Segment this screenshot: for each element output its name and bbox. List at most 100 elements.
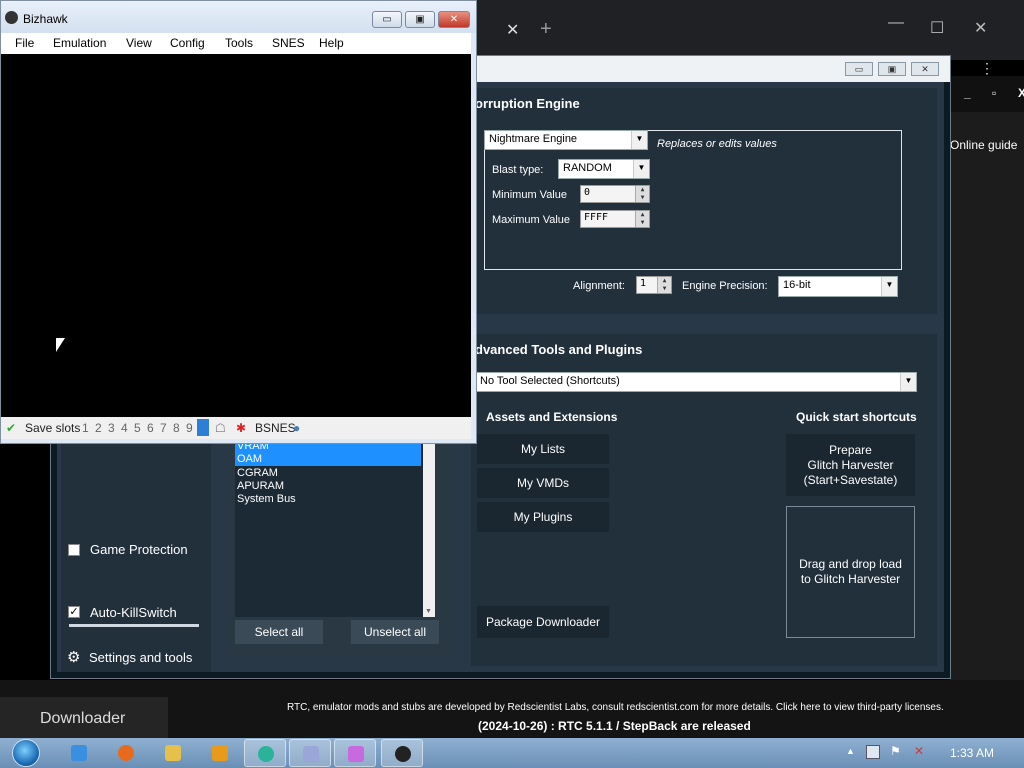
settings-tools-button[interactable]: Settings and tools	[89, 650, 192, 665]
list-scrollbar[interactable]: ▼	[423, 442, 435, 617]
menu-view[interactable]: View	[126, 36, 152, 50]
chevron-down-icon: ▼	[881, 277, 897, 296]
downloader-tab[interactable]: Downloader	[0, 697, 168, 738]
my-vmds-button[interactable]: My VMDs	[477, 468, 609, 498]
save-slot[interactable]: 9	[186, 421, 193, 435]
chevron-down-icon: ▼	[900, 373, 916, 391]
package-downloader-button[interactable]: Package Downloader	[477, 606, 609, 638]
memory-domains-panel: VRAM OAM CGRAM APURAM System Bus ▼ Selec…	[227, 440, 449, 656]
list-item[interactable]: APURAM	[237, 480, 284, 492]
menu-emulation[interactable]: Emulation	[53, 36, 106, 50]
browser-menu-icon[interactable]: ⋮	[980, 60, 994, 77]
start-button[interactable]	[8, 739, 44, 768]
list-item[interactable]: CGRAM	[237, 467, 278, 479]
rtc-maximize-button[interactable]: ▣	[878, 62, 906, 76]
chevron-down-icon: ▼	[633, 160, 649, 178]
game-protection-checkbox[interactable]	[68, 544, 80, 556]
blast-type-select[interactable]: RANDOM ▼	[558, 159, 650, 179]
browser-maximize-button[interactable]: ☐	[930, 18, 944, 38]
browser-close-button[interactable]: ✕	[974, 18, 987, 38]
taskbar-firefox-icon[interactable]	[105, 739, 147, 767]
select-all-button[interactable]: Select all	[235, 620, 323, 644]
precision-select[interactable]: 16-bit ▼	[778, 276, 898, 297]
close-button[interactable]: ✕	[438, 11, 470, 28]
menu-file[interactable]: File	[15, 36, 34, 50]
user-icon[interactable]: ●	[293, 421, 300, 435]
folder-icon	[165, 745, 181, 761]
helper-maximize-button[interactable]: ▫	[992, 86, 996, 100]
save-slot-active[interactable]	[197, 419, 209, 436]
taskbar-rtc-icon[interactable]	[334, 739, 376, 767]
browser-minimize-button[interactable]: —	[888, 14, 904, 32]
auto-killswitch-checkbox[interactable]: ✓	[68, 606, 80, 618]
menu-config[interactable]: Config	[170, 36, 205, 50]
bizhawk-icon	[395, 746, 411, 762]
volume-muted-icon[interactable]: ✕	[914, 744, 924, 758]
bizhawk-titlebar: Bizhawk ▭ ▣ ✕	[1, 1, 476, 33]
memory-domains-list[interactable]: VRAM OAM CGRAM APURAM System Bus ▼	[235, 440, 435, 617]
taskbar-emulator-icon[interactable]	[289, 739, 331, 767]
my-lists-button[interactable]: My Lists	[477, 434, 609, 464]
save-slot[interactable]: 5	[134, 421, 141, 435]
prepare-glitch-harvester-button[interactable]: Prepare Glitch Harvester (Start+Savestat…	[786, 434, 915, 496]
list-item[interactable]: System Bus	[237, 493, 296, 505]
scroll-down-icon[interactable]: ▼	[425, 608, 432, 615]
check-icon: ✔	[6, 421, 17, 435]
save-slot[interactable]: 7	[160, 421, 167, 435]
emulator-app-icon	[303, 746, 319, 762]
save-slot[interactable]: 3	[108, 421, 115, 435]
taskbar-media-icon[interactable]	[199, 739, 241, 767]
new-tab-icon[interactable]: +	[540, 18, 552, 41]
helper-window: _ ▫ X Online guide	[950, 76, 1024, 696]
minimize-button[interactable]: ▭	[372, 11, 402, 28]
controller-icon[interactable]: ☖	[215, 421, 226, 435]
taskbar-chat-icon[interactable]	[244, 739, 286, 767]
rtc-app-icon	[348, 746, 364, 762]
max-value-input[interactable]: FFFF ▲ ▼	[580, 210, 650, 228]
online-guide-link[interactable]: Online guide	[950, 138, 1017, 152]
flag-icon[interactable]: ⚑	[890, 744, 901, 758]
browser-window: ✕ + — ☐ ✕ ⋮	[470, 0, 1024, 76]
tab-close-icon[interactable]: ✕	[506, 20, 519, 40]
tool-select[interactable]: No Tool Selected (Shortcuts) ▼	[475, 372, 917, 392]
save-slot[interactable]: 6	[147, 421, 154, 435]
my-plugins-button[interactable]: My Plugins	[477, 502, 609, 532]
engine-select[interactable]: Nightmare Engine ▼	[484, 130, 648, 150]
menu-help[interactable]: Help	[319, 36, 344, 50]
unselect-all-button[interactable]: Unselect all	[351, 620, 439, 644]
tool-select-value: No Tool Selected (Shortcuts)	[480, 375, 620, 387]
engine-description: Replaces or edits values	[657, 138, 777, 150]
alignment-input[interactable]: 1 ▲ ▼	[636, 276, 672, 294]
taskbar-bizhawk-icon[interactable]	[381, 739, 423, 767]
alignment-spinner[interactable]: ▲ ▼	[657, 277, 671, 293]
network-icon[interactable]	[866, 745, 880, 759]
emulator-screen[interactable]	[1, 54, 471, 417]
min-value-spinner[interactable]: ▲ ▼	[635, 186, 649, 202]
menu-tools[interactable]: Tools	[225, 36, 253, 50]
tray-expand-icon[interactable]: ▲	[846, 746, 855, 756]
credits-text[interactable]: RTC, emulator mods and stubs are develop…	[287, 702, 944, 713]
save-slot[interactable]: 8	[173, 421, 180, 435]
helper-close-button[interactable]: X	[1018, 86, 1024, 100]
max-value-text: FFFF	[584, 212, 609, 223]
list-item[interactable]: OAM	[237, 453, 262, 465]
rtc-minimize-button[interactable]: ▭	[845, 62, 873, 76]
max-value-label: Maximum Value	[492, 214, 571, 226]
internet-explorer-icon	[71, 745, 87, 761]
max-value-spinner[interactable]: ▲ ▼	[635, 211, 649, 227]
helper-minimize-button[interactable]: _	[964, 86, 971, 100]
min-value-input[interactable]: 0 ▲ ▼	[580, 185, 650, 203]
drag-drop-zone[interactable]: Drag and drop load to Glitch Harvester	[786, 506, 915, 638]
taskbar-explorer-icon[interactable]	[152, 739, 194, 767]
menu-snes[interactable]: SNES	[272, 36, 305, 50]
save-slot[interactable]: 1	[82, 421, 89, 435]
system-tray: ▲ ⚑ ✕	[840, 738, 1024, 768]
maximize-button[interactable]: ▣	[405, 11, 435, 28]
rtc-close-button[interactable]: ✕	[911, 62, 939, 76]
windows-logo-icon	[12, 739, 40, 767]
save-slot[interactable]: 4	[121, 421, 128, 435]
taskbar-ie-icon[interactable]	[58, 739, 100, 767]
menu-bar: File Emulation View Config Tools SNES He…	[1, 33, 471, 54]
clock[interactable]: 1:33 AM	[950, 746, 994, 760]
save-slot[interactable]: 2	[95, 421, 102, 435]
